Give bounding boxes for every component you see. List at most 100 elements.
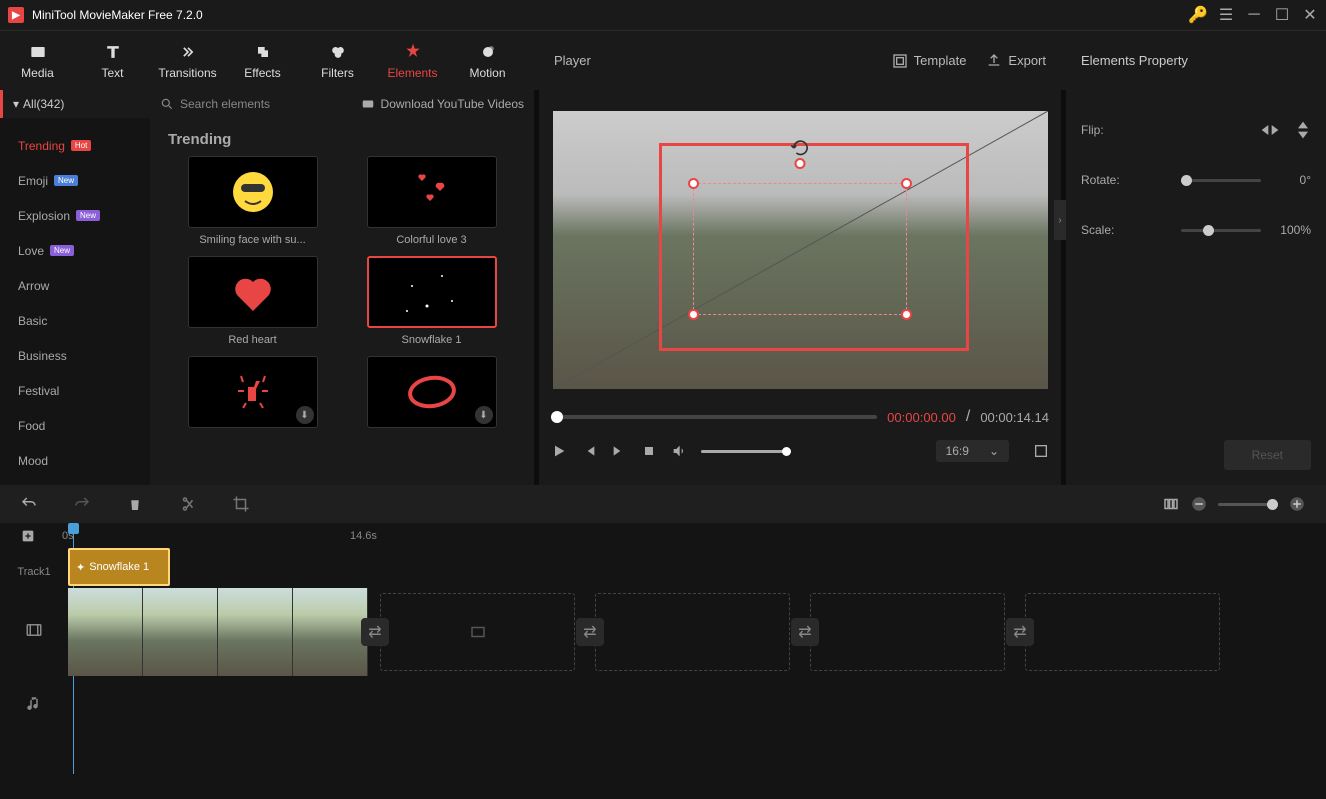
category-business[interactable]: Business bbox=[0, 338, 150, 373]
rotate-value: 0° bbox=[1276, 173, 1311, 187]
transition-slot-button[interactable]: ⇄ bbox=[1006, 618, 1034, 646]
scale-slider[interactable] bbox=[1181, 229, 1261, 232]
fullscreen-button[interactable] bbox=[1033, 443, 1049, 459]
titlebar: ▶ MiniTool MovieMaker Free 7.2.0 🔑 ☰ ─ ☐… bbox=[0, 0, 1326, 30]
handle-tl[interactable] bbox=[688, 178, 699, 189]
category-emoji[interactable]: EmojiNew bbox=[0, 163, 150, 198]
flip-vertical-button[interactable] bbox=[1295, 120, 1311, 140]
split-button[interactable] bbox=[179, 495, 197, 513]
menu-icon[interactable]: ☰ bbox=[1218, 7, 1234, 23]
crop-button[interactable] bbox=[232, 495, 250, 513]
download-youtube-link[interactable]: Download YouTube Videos bbox=[361, 97, 524, 111]
app-title: MiniTool MovieMaker Free 7.2.0 bbox=[32, 8, 203, 22]
category-love[interactable]: LoveNew bbox=[0, 233, 150, 268]
video-clip[interactable] bbox=[68, 588, 368, 676]
reset-button[interactable]: Reset bbox=[1224, 440, 1311, 470]
close-button[interactable]: ✕ bbox=[1302, 7, 1318, 23]
property-panel-title: Elements Property bbox=[1081, 53, 1188, 68]
add-track-button[interactable] bbox=[20, 528, 36, 544]
player-label: Player bbox=[554, 53, 591, 68]
scale-value: 100% bbox=[1276, 223, 1311, 237]
category-trending[interactable]: TrendingHot bbox=[0, 128, 150, 163]
volume-icon[interactable] bbox=[671, 443, 687, 459]
chevron-down-icon: ⌄ bbox=[989, 444, 999, 458]
prev-frame-button[interactable] bbox=[581, 443, 597, 459]
element-card[interactable]: Smiling face with su... bbox=[168, 156, 337, 246]
tab-effects[interactable]: Effects bbox=[225, 36, 300, 85]
flip-label: Flip: bbox=[1081, 123, 1104, 137]
element-card[interactable]: ⬇ bbox=[168, 356, 337, 434]
time-current: 00:00:00.00 bbox=[887, 410, 956, 425]
minimize-button[interactable]: ─ bbox=[1246, 7, 1262, 23]
timeline-clip-snowflake[interactable]: ✦Snowflake 1 bbox=[68, 548, 170, 586]
element-card[interactable]: Red heart bbox=[168, 256, 337, 346]
video-preview[interactable] bbox=[539, 100, 1061, 400]
template-button[interactable]: Template bbox=[892, 53, 967, 69]
empty-slot[interactable]: ⇄ bbox=[1025, 593, 1220, 671]
fit-zoom-button[interactable] bbox=[1162, 495, 1180, 513]
tab-transitions[interactable]: Transitions bbox=[150, 36, 225, 85]
timeline-ruler[interactable]: 0s 14.6s bbox=[0, 523, 1326, 548]
tab-text[interactable]: Text bbox=[75, 36, 150, 85]
playhead[interactable] bbox=[68, 523, 79, 534]
audio-track-icon bbox=[25, 695, 43, 713]
handle-tr[interactable] bbox=[901, 178, 912, 189]
aspect-ratio-select[interactable]: 16:9⌄ bbox=[936, 440, 1009, 462]
zoom-in-button[interactable] bbox=[1288, 495, 1306, 513]
redo-button[interactable] bbox=[73, 495, 91, 513]
category-basic[interactable]: Basic bbox=[0, 303, 150, 338]
element-card[interactable]: Colorful love 3 bbox=[347, 156, 516, 246]
rotate-label: Rotate: bbox=[1081, 173, 1120, 187]
section-title: Trending bbox=[150, 118, 534, 156]
category-header[interactable]: ▾All(342) bbox=[0, 90, 150, 118]
search-input[interactable]: Search elements bbox=[160, 97, 270, 111]
tab-motion[interactable]: Motion bbox=[450, 36, 525, 85]
tab-elements[interactable]: Elements bbox=[375, 36, 450, 85]
seek-head[interactable] bbox=[551, 411, 563, 423]
volume-slider[interactable] bbox=[701, 450, 791, 453]
export-button[interactable]: Export bbox=[986, 53, 1046, 69]
transition-slot-button[interactable]: ⇄ bbox=[361, 618, 389, 646]
element-card[interactable]: Snowflake 1 bbox=[347, 256, 516, 346]
next-frame-button[interactable] bbox=[611, 443, 627, 459]
handle-br[interactable] bbox=[901, 309, 912, 320]
time-total: 00:00:14.14 bbox=[980, 410, 1049, 425]
play-button[interactable] bbox=[551, 443, 567, 459]
zoom-out-button[interactable] bbox=[1190, 495, 1208, 513]
rotate-handle[interactable] bbox=[794, 158, 805, 169]
track1-label: Track1 bbox=[0, 566, 68, 578]
tab-media[interactable]: Media bbox=[0, 36, 75, 85]
empty-slot[interactable]: ⇄ bbox=[595, 593, 790, 671]
tab-filters[interactable]: Filters bbox=[300, 36, 375, 85]
transition-slot-button[interactable]: ⇄ bbox=[791, 618, 819, 646]
maximize-button[interactable]: ☐ bbox=[1274, 7, 1290, 23]
rotate-slider[interactable] bbox=[1181, 179, 1261, 182]
key-icon[interactable]: 🔑 bbox=[1190, 7, 1206, 23]
category-festival[interactable]: Festival bbox=[0, 373, 150, 408]
category-food[interactable]: Food bbox=[0, 408, 150, 443]
category-mood[interactable]: Mood bbox=[0, 443, 150, 478]
download-icon[interactable]: ⬇ bbox=[296, 406, 314, 424]
selection-box-inner[interactable] bbox=[693, 183, 907, 315]
flip-horizontal-button[interactable] bbox=[1260, 122, 1280, 138]
stop-button[interactable] bbox=[641, 443, 657, 459]
main-tabs: Media Text Transitions Effects Filters E… bbox=[0, 31, 534, 90]
empty-slot[interactable]: ⇄ bbox=[810, 593, 1005, 671]
add-media-icon bbox=[469, 623, 487, 641]
empty-slot[interactable]: ⇄ bbox=[380, 593, 575, 671]
category-explosion[interactable]: ExplosionNew bbox=[0, 198, 150, 233]
star-icon: ✦ bbox=[76, 561, 85, 574]
video-track-icon bbox=[25, 621, 43, 639]
video-icon bbox=[361, 97, 375, 111]
delete-button[interactable] bbox=[126, 495, 144, 513]
zoom-slider[interactable] bbox=[1218, 503, 1278, 506]
element-card[interactable]: ⬇ bbox=[347, 356, 516, 434]
seek-bar[interactable] bbox=[551, 415, 877, 419]
download-icon[interactable]: ⬇ bbox=[475, 406, 493, 424]
transition-slot-button[interactable]: ⇄ bbox=[576, 618, 604, 646]
scale-label: Scale: bbox=[1081, 223, 1114, 237]
category-arrow[interactable]: Arrow bbox=[0, 268, 150, 303]
handle-bl[interactable] bbox=[688, 309, 699, 320]
collapse-properties-button[interactable]: › bbox=[1054, 200, 1066, 240]
undo-button[interactable] bbox=[20, 495, 38, 513]
